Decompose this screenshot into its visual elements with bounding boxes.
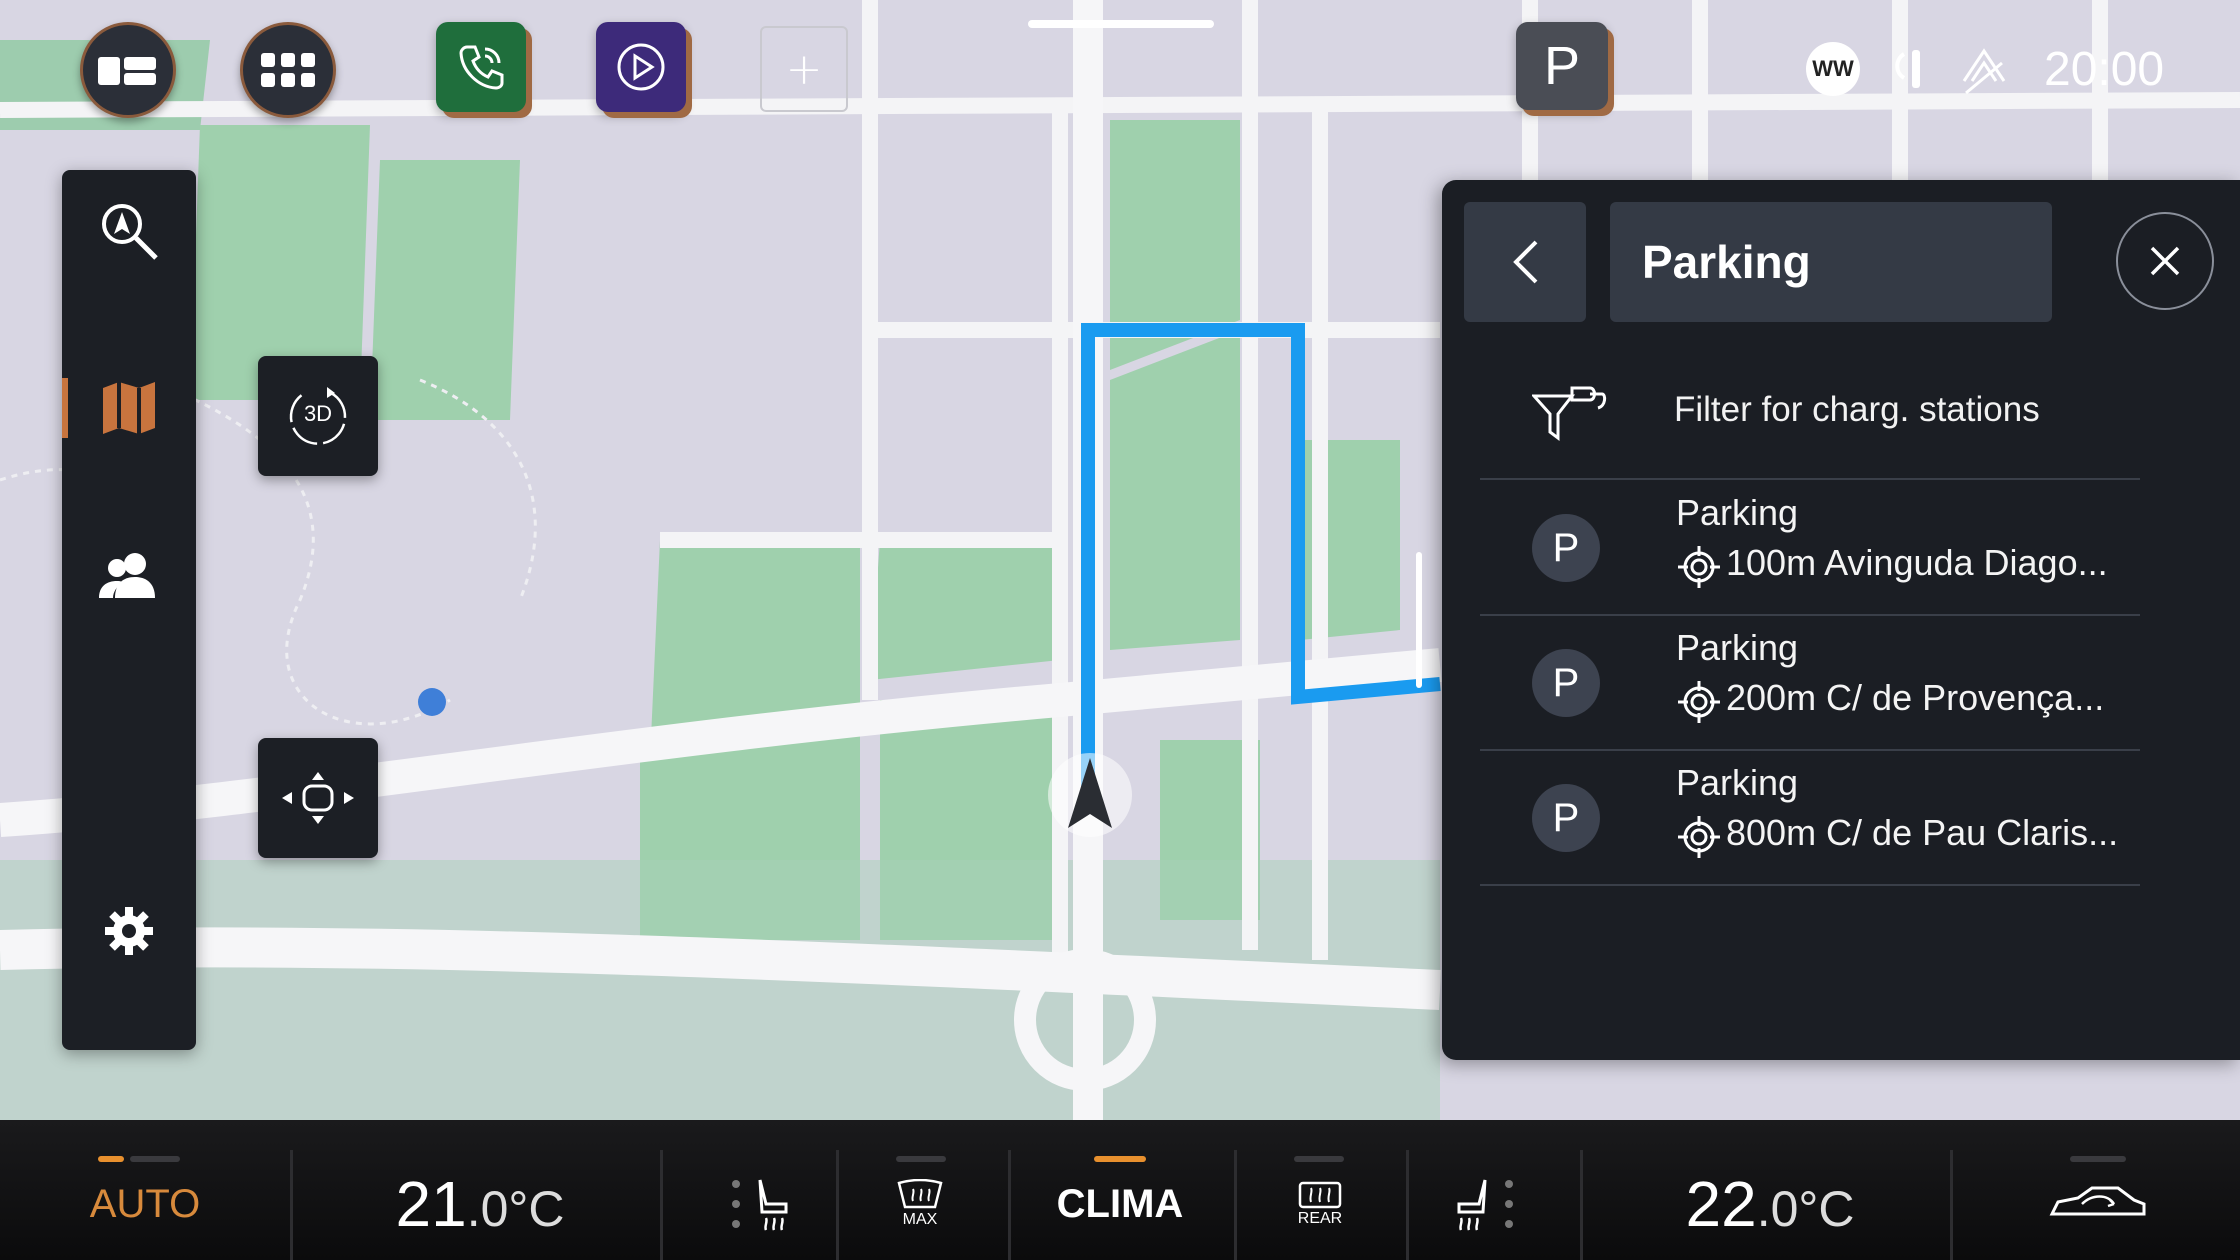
sidebar-item-search[interactable] [62,176,196,286]
parking-result[interactable]: P Parking 800m C/ de Pau Claris... [1480,750,2140,886]
chevron-left-icon [1513,240,1538,284]
close-button[interactable] [2116,212,2214,310]
panel-scrollbar[interactable] [1416,552,1422,688]
map-icon [103,382,155,434]
parking-panel: Parking Filter for charg. stations P Par… [1442,180,2240,1060]
contacts-icon [99,553,155,598]
location-target-icon [1678,816,1720,858]
location-target-icon [1678,681,1720,723]
media-shortcut-button[interactable] [596,22,686,112]
clima-button[interactable]: CLIMA [1012,1148,1228,1260]
seat-heat-icon [1457,1179,1513,1231]
max-label: MAX [902,1211,938,1228]
divider [290,1150,293,1260]
status-area: WW 20:00 [1806,36,2226,102]
back-button[interactable] [1464,202,1586,322]
divider [836,1150,839,1260]
add-label: + [785,43,823,95]
phone-shortcut-button[interactable] [436,22,526,112]
max-defrost-button[interactable]: MAX [840,1148,1000,1260]
clock: 20:00 [2044,42,2165,96]
seat-heat-icon [732,1179,788,1231]
parking-shortcut-button[interactable]: P [1516,22,1608,110]
parking-result[interactable]: P Parking 100m Avinguda Diago... [1480,480,2140,616]
auto-label: AUTO [89,1181,201,1226]
view-mode-label: 3D [303,401,333,426]
view-mode-toggle[interactable]: 3D [258,356,378,476]
right-temp: 22.0°C [1685,1168,1855,1240]
sidebar-item-contacts[interactable] [62,520,196,630]
result-distance: 100m Avinguda Diago... [1726,542,2108,583]
car-center-icon [282,772,354,824]
parking-badge: P [1532,514,1600,582]
rear-defrost-button[interactable]: REAR [1240,1148,1400,1260]
filter-label: Filter for charg. stations [1674,390,2040,429]
result-distance: 800m C/ de Pau Claris... [1726,812,2119,853]
left-seat-heat-button[interactable] [700,1148,830,1260]
right-seat-heat-button[interactable] [1410,1148,1550,1260]
parking-shortcut-label: P [1543,36,1581,96]
center-on-car-button[interactable] [258,738,378,858]
parking-result[interactable]: P Parking 200m C/ de Provença... [1480,615,2140,751]
panel-title: Parking [1610,202,2052,322]
nav-sidebar [62,170,196,1050]
rear-defrost-icon [1298,1181,1342,1209]
phone-icon [459,45,504,90]
result-name: Parking [1676,762,1799,803]
result-name: Parking [1676,627,1799,668]
parking-badge: P [1532,649,1600,717]
right-temp-control[interactable]: 22.0°C [1620,1148,1920,1260]
left-temp-control[interactable]: 21.0°C [330,1148,630,1260]
car-recirculation-icon [2049,1186,2146,1216]
divider [1234,1150,1237,1260]
left-temp: 21.0°C [395,1168,565,1240]
parking-badge: P [1532,784,1600,852]
home-layout-button[interactable] [80,22,176,118]
climate-bar: AUTO 21.0°C MAX CLIMA REAR 22.0°C [0,1120,2240,1260]
rear-label: REAR [1297,1210,1343,1227]
media-play-icon [617,43,665,91]
connectivity-icon [1962,48,2006,95]
drag-handle[interactable] [1028,20,1214,28]
ww-badge: WW [1806,42,1860,96]
divider [1950,1150,1953,1260]
wireless-charging-icon [1895,50,1920,88]
filter-charging-icon [1532,386,1607,441]
air-recirculation-button[interactable] [1956,1148,2240,1260]
close-icon [2150,246,2180,276]
add-shortcut-button[interactable]: + [760,26,848,112]
settings-icon [105,907,153,955]
clima-label: CLIMA [1056,1181,1184,1226]
windshield-defrost-icon [897,1179,943,1209]
apps-grid-icon [261,53,315,87]
divider [1008,1150,1011,1260]
location-target-icon [1678,546,1720,588]
divider [1580,1150,1583,1260]
filter-charging-stations[interactable]: Filter for charg. stations [1480,350,2140,480]
auto-button[interactable]: AUTO [0,1148,290,1260]
home-layout-icon [98,57,156,85]
apps-grid-button[interactable] [240,22,336,118]
divider [1406,1150,1409,1260]
result-distance: 200m C/ de Provença... [1726,677,2105,718]
search-location-icon [102,204,158,260]
sidebar-item-settings[interactable] [62,876,196,986]
result-name: Parking [1676,492,1799,533]
divider [660,1150,663,1260]
sidebar-item-map[interactable] [62,353,196,463]
